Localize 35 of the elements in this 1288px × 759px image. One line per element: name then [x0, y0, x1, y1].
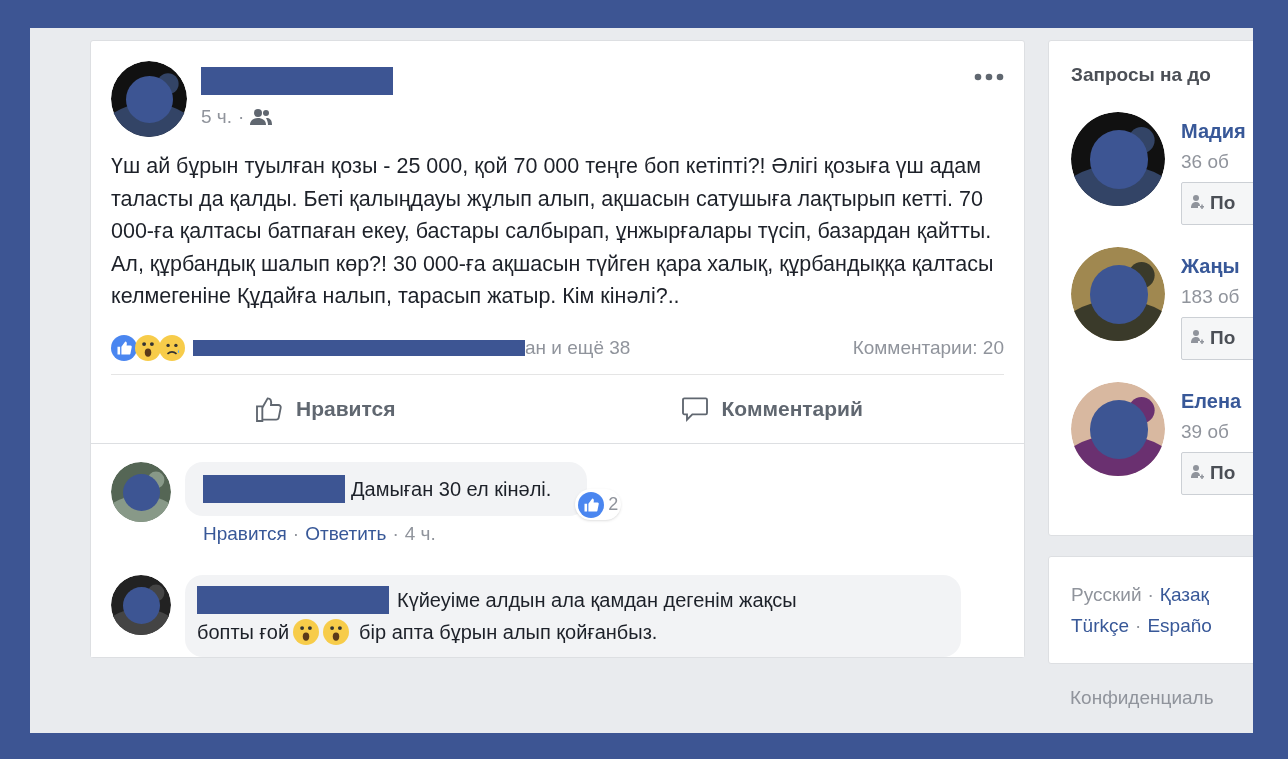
- comment-text: бір апта бұрын алып қойғанбыз.: [359, 619, 658, 645]
- comment-text: Күйеуіме алдын ала қамдан дегенім жақсы: [397, 587, 797, 613]
- like-link[interactable]: Нравится: [203, 520, 287, 549]
- like-button[interactable]: Нравится: [232, 385, 416, 433]
- separator-dot: ·: [1135, 613, 1142, 638]
- friend-name[interactable]: Жаңы: [1181, 250, 1253, 281]
- language-link[interactable]: Türkçe: [1071, 609, 1130, 641]
- separator-dot: ·: [392, 522, 399, 546]
- confirm-button[interactable]: По: [1181, 317, 1253, 360]
- language-link[interactable]: Españo: [1147, 609, 1212, 641]
- friends-icon: [250, 108, 273, 127]
- friend-name[interactable]: Елена: [1181, 385, 1253, 416]
- friend-name[interactable]: Мадия: [1181, 115, 1253, 146]
- separator-dot: ·: [238, 105, 245, 129]
- reply-link[interactable]: Ответить: [305, 520, 387, 549]
- wow-emoji-icon: [293, 618, 320, 645]
- separator-dot: ·: [1147, 582, 1154, 607]
- comment-text: бопты ғой: [197, 619, 290, 645]
- wow-emoji-icon: [135, 334, 161, 361]
- like-reaction-icon: [111, 334, 137, 361]
- wow-emoji-icon: [323, 618, 350, 645]
- sad-emoji-icon: [159, 334, 185, 361]
- language-link[interactable]: Қазақ: [1159, 578, 1209, 610]
- like-reaction-icon: [578, 491, 605, 518]
- post-text: Үш ай бұрын туылған қозы - 25 000, қой 70 000 теңге боп кетіпті?! Әлігі қозыға үш адам таласты да қалды. Беті қалыңдауы жұлып алып, ақшасын сатушыға лақтырып кетті. 70 000-ға қалтасы батпаған екеу, бастары салбырап, ұнжырғалары түсіп, базардан қайтты. Ал, құрбандық шалып көр?! 30 000-ға ақшасын түйген қара халық, құрбандыққа қалтасы келмегеніне Құдайға налып, тарасып жатыр. Кім кінәлі?..: [111, 153, 995, 310]
- mutual-friends: 183 об: [1181, 284, 1241, 309]
- confirm-button[interactable]: По: [1181, 182, 1253, 225]
- mutual-friends: 36 об: [1181, 149, 1230, 174]
- separator-dot: ·: [292, 522, 300, 546]
- comment-button[interactable]: Комментарий: [657, 385, 883, 433]
- mutual-friends: 39 об: [1181, 419, 1230, 444]
- confirm-button[interactable]: По: [1181, 452, 1253, 495]
- card-title: Запросы на до: [1071, 63, 1212, 87]
- comment-text: Дамыған 30 ел кінәлі.: [351, 477, 552, 502]
- more-options-icon[interactable]: [974, 73, 1004, 81]
